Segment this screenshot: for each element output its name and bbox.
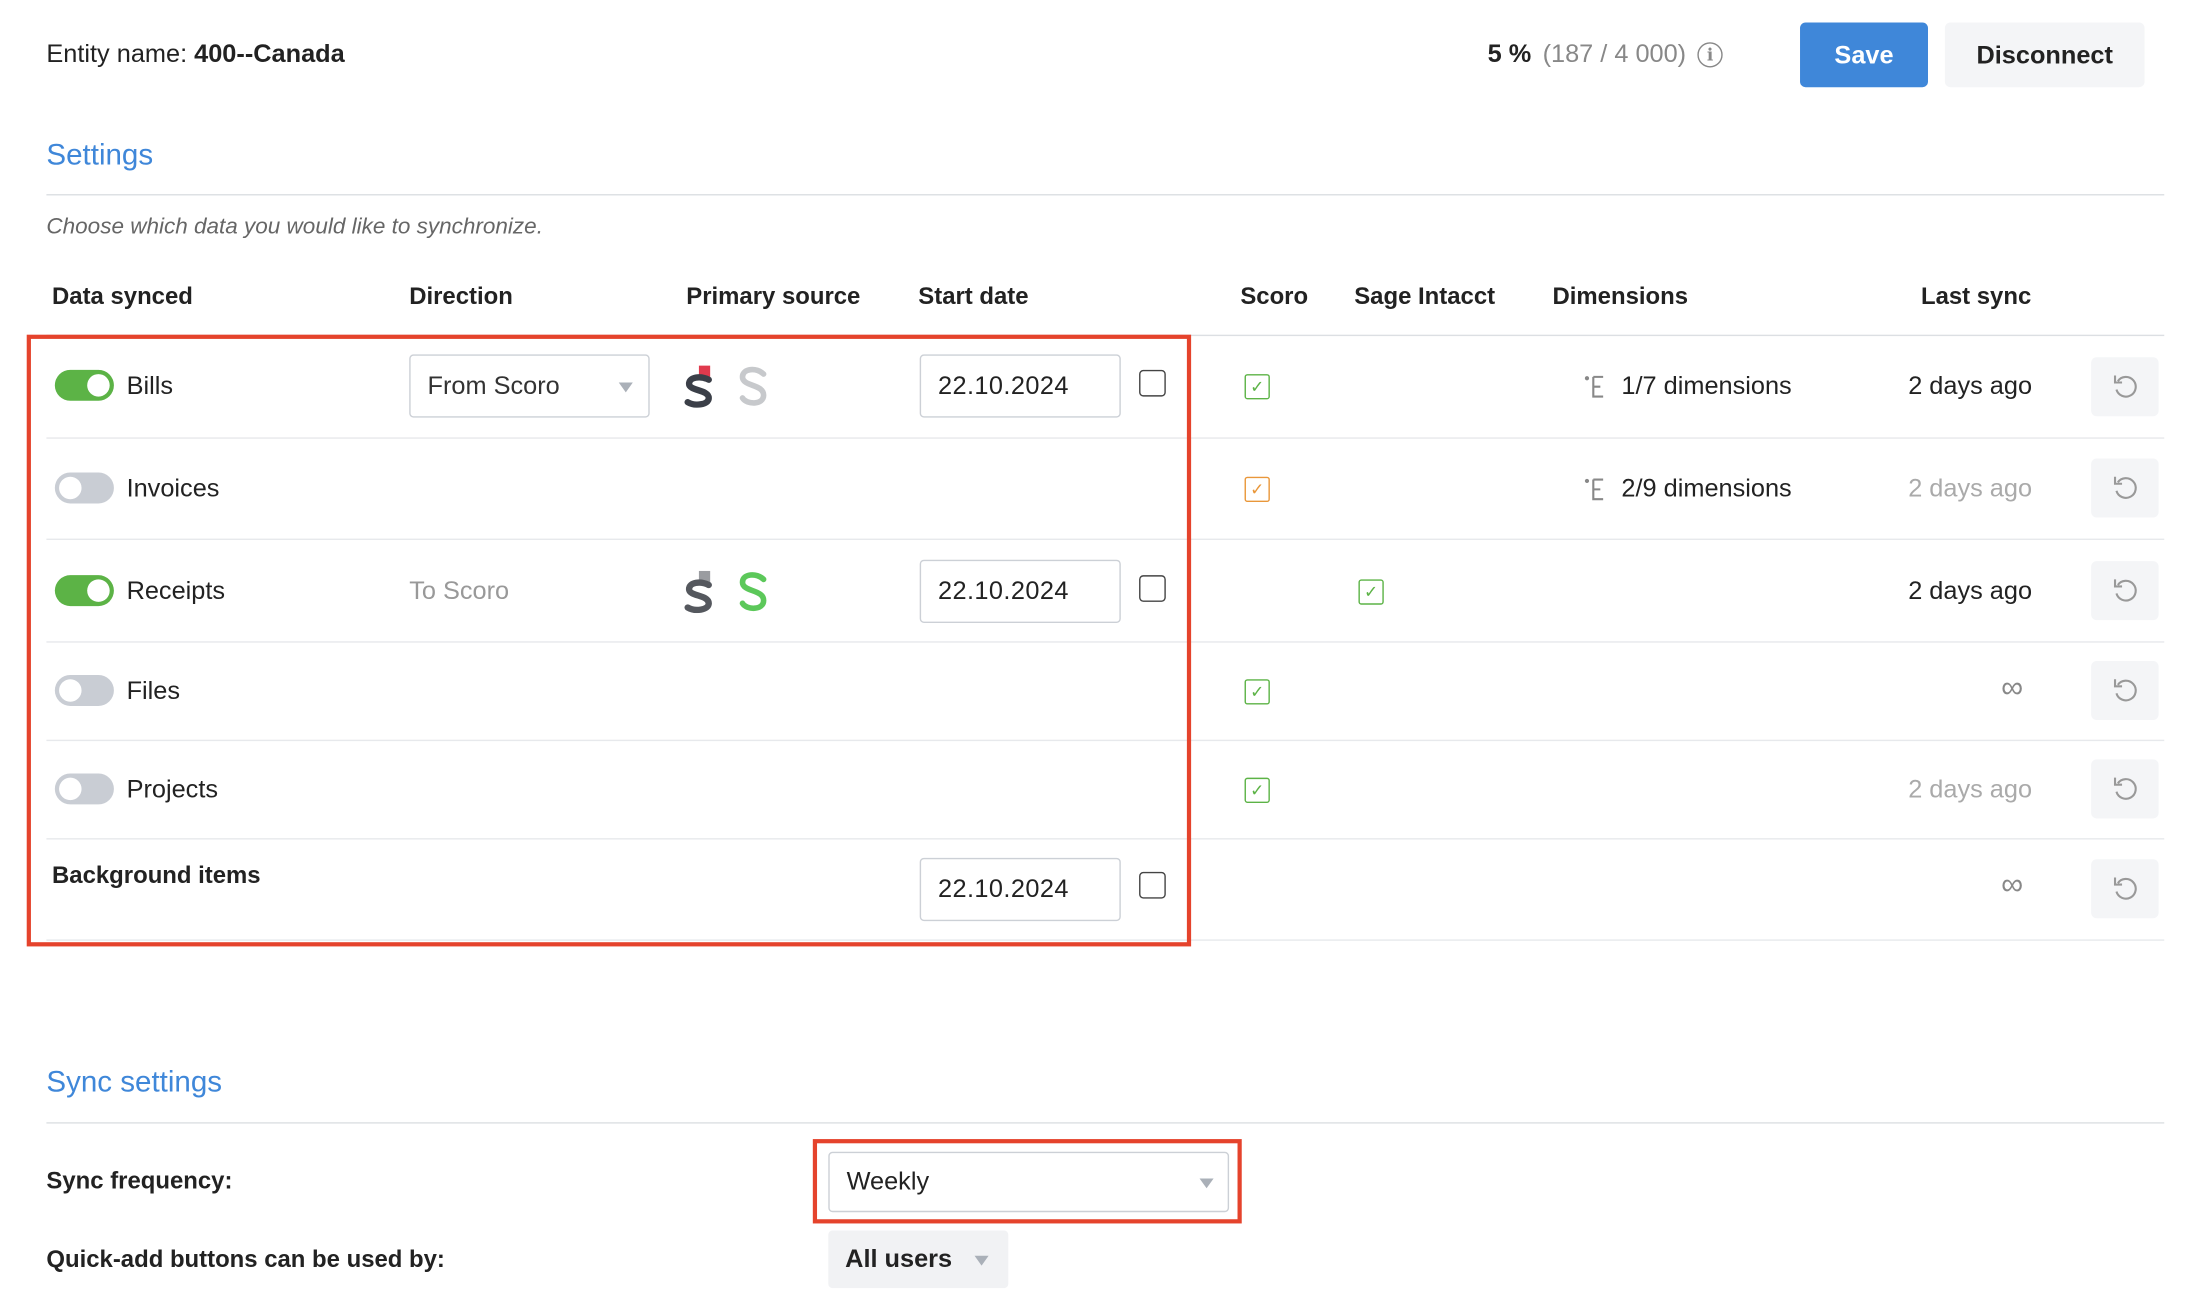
last-sync-value: 2 days ago <box>1908 473 2033 503</box>
reset-sync-button[interactable] <box>2091 357 2159 417</box>
dimensions-value: 1/7 dimensions <box>1621 371 1792 400</box>
quick-add-value: All users <box>845 1244 953 1273</box>
quick-add-select[interactable]: All users <box>828 1230 1009 1289</box>
scoro-check-icon[interactable]: ✓ <box>1244 476 1270 503</box>
dimensions-link[interactable]: 1/7 dimensions <box>1583 371 1792 401</box>
entity-value: 400--Canada <box>194 39 345 68</box>
usage-percent: 5 % <box>1487 39 1532 68</box>
dimensions-value: 2/9 dimensions <box>1621 473 1792 503</box>
save-button[interactable]: Save <box>1800 22 1928 88</box>
scoro-check-icon[interactable]: ✓ <box>1244 374 1270 400</box>
entity-name: Entity name: 400--Canada <box>46 39 344 69</box>
col-scoro: Scoro <box>1240 282 1309 310</box>
col-last-sync: Last sync <box>1920 282 2032 310</box>
usage-count: (187 / 4 000) <box>1542 39 1687 68</box>
undo-icon <box>2113 777 2137 800</box>
reset-sync-button[interactable] <box>2091 859 2159 919</box>
disconnect-button[interactable]: Disconnect <box>1944 22 2145 88</box>
dimensions-icon <box>1584 375 1604 397</box>
scoro-check-icon[interactable]: ✓ <box>1244 679 1270 705</box>
sage-check-icon[interactable]: ✓ <box>1358 579 1384 605</box>
infinity-icon: ∞ <box>2001 669 2024 705</box>
undo-icon <box>2113 877 2137 900</box>
col-dimensions: Dimensions <box>1552 282 1689 310</box>
last-sync-value: 2 days ago <box>1908 371 2033 400</box>
undo-icon <box>2113 679 2137 702</box>
undo-icon <box>2113 375 2137 398</box>
undo-icon <box>2113 579 2137 602</box>
quick-add-label: Quick-add buttons can be used by: <box>46 1245 445 1273</box>
sync-frequency-label: Sync frequency: <box>46 1167 233 1194</box>
reset-sync-button[interactable] <box>2091 458 2159 518</box>
info-icon[interactable]: i <box>1697 41 1723 67</box>
col-start-date: Start date <box>918 282 1029 310</box>
col-sage-intacct: Sage Intacct <box>1354 282 1496 310</box>
last-sync-value: 2 days ago <box>1908 576 2033 605</box>
usage-indicator: 5 % (187 / 4 000) i <box>1488 39 1723 69</box>
undo-icon <box>2113 476 2137 499</box>
chevron-down-icon <box>974 1255 989 1266</box>
settings-subtitle: Choose which data you would like to sync… <box>46 215 543 240</box>
entity-label: Entity name: <box>46 39 188 68</box>
highlight-box <box>26 334 1192 947</box>
reset-sync-button[interactable] <box>2091 759 2159 819</box>
infinity-icon: ∞ <box>2001 866 2024 902</box>
sync-settings-divider <box>46 1122 2165 1124</box>
last-sync-value: 2 days ago <box>1908 774 2033 803</box>
dimensions-icon <box>1584 477 1604 500</box>
highlight-box <box>812 1139 1242 1224</box>
col-primary-source: Primary source <box>686 282 861 310</box>
settings-divider <box>46 194 2165 196</box>
settings-title: Settings <box>46 139 154 172</box>
col-data-synced: Data synced <box>52 282 193 310</box>
dimensions-link[interactable]: 2/9 dimensions <box>1583 473 1792 504</box>
reset-sync-button[interactable] <box>2091 561 2159 621</box>
scoro-check-icon[interactable]: ✓ <box>1244 777 1270 803</box>
sync-settings-title: Sync settings <box>46 1065 223 1099</box>
col-direction: Direction <box>409 282 513 310</box>
reset-sync-button[interactable] <box>2091 660 2159 721</box>
